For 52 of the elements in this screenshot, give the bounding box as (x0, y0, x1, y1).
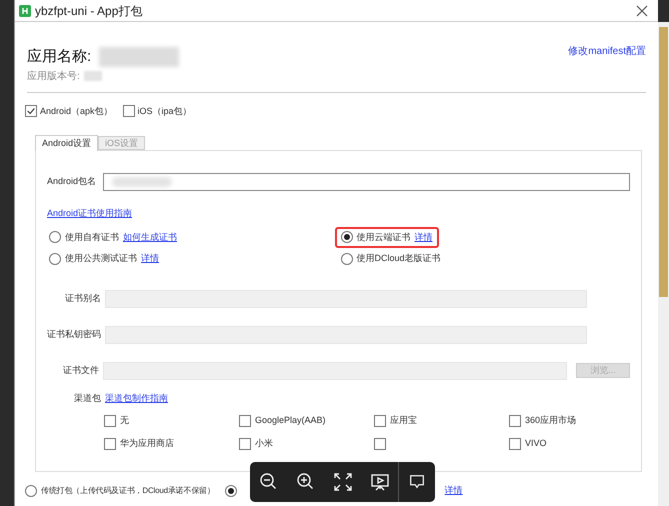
checkbox-label: 小米 (255, 436, 273, 450)
checkbox-label: GooglePlay(AAB) (255, 414, 326, 427)
field-label: 渠道包 (73, 392, 102, 404)
radio-label: 传统打包（上传代码及证书，DCloud承诺不保留） (41, 484, 215, 497)
checkbox[interactable] (239, 438, 251, 450)
radio-label: 使用公共测试证书 (65, 252, 137, 265)
channel-guide-link[interactable]: 渠道包制作指南 (105, 392, 168, 405)
cert-guide-link[interactable]: Android证书使用指南 (47, 207, 132, 220)
window-title: ybzfpt-uni - App打包 (35, 2, 142, 20)
checkbox-label: VIVO (525, 436, 547, 450)
checkbox[interactable] (374, 414, 386, 426)
redacted-value (112, 177, 172, 187)
radio-button[interactable] (340, 231, 352, 244)
checkbox[interactable] (509, 414, 521, 426)
radio-label: 使用DCloud老版证书 (356, 252, 441, 265)
app-name-label: 应用名称: (27, 47, 92, 67)
app-logo-icon (19, 4, 31, 16)
checkbox-label: 应用宝 (390, 414, 417, 427)
close-icon[interactable] (636, 4, 650, 18)
tab[interactable]: Android设置 (35, 135, 98, 151)
field-label: 证书别名 (64, 292, 102, 305)
details-link[interactable]: 如何生成证书 (123, 230, 177, 244)
radio-button[interactable] (49, 231, 61, 244)
details-link[interactable]: 详情 (414, 230, 432, 244)
checkbox[interactable] (122, 105, 135, 118)
checkbox[interactable] (509, 438, 521, 450)
checkbox[interactable] (104, 438, 116, 450)
details-link[interactable]: 详情 (444, 484, 463, 498)
checkbox[interactable] (25, 105, 37, 118)
checkbox[interactable] (239, 414, 251, 426)
radio-button[interactable] (340, 252, 352, 265)
checkbox-label: Android（apk包） (40, 104, 113, 118)
scrollbar-thumb[interactable] (659, 27, 668, 297)
checkbox-label: 360应用市场 (525, 414, 576, 427)
checkbox-label: 华为应用商店 (120, 436, 174, 450)
radio-label: 使用自有证书 (65, 230, 119, 244)
redacted-value (84, 71, 102, 81)
manifest-config-link[interactable]: 修改manifest配置 (568, 44, 646, 84)
checkbox-label: iOS（ipa包） (138, 104, 192, 118)
field-label: 证书文件 (62, 364, 100, 377)
radio-button[interactable] (224, 484, 237, 497)
input-field[interactable] (103, 173, 630, 191)
checkbox[interactable] (104, 414, 116, 426)
radio-label: 使用云端证书 (356, 230, 410, 244)
checkbox-label: 无 (120, 414, 129, 427)
radio-button[interactable] (49, 252, 61, 265)
details-link[interactable]: 详情 (141, 252, 159, 266)
field-label: Android包名 (47, 175, 98, 188)
field-label: 证书私钥密码 (47, 328, 102, 341)
app-version-label: 应用版本号: (27, 70, 80, 84)
radio-button[interactable] (25, 484, 37, 497)
checkbox[interactable] (374, 438, 386, 450)
